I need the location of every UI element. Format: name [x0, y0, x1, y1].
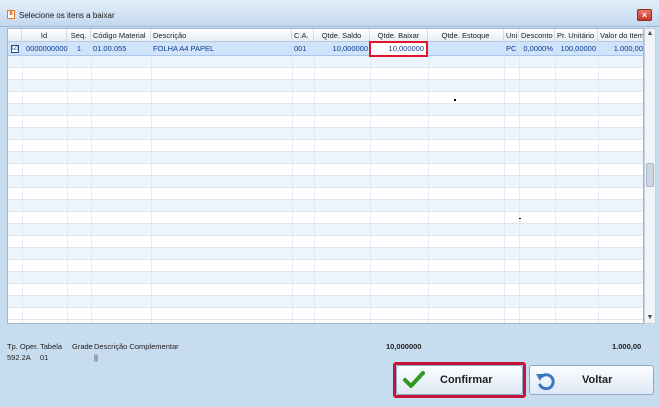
header-qtde-saldo[interactable]: Qtde. Saldo: [314, 29, 370, 42]
stray-pixel: [519, 218, 521, 219]
column-divider: [151, 42, 152, 323]
empty-row: [8, 140, 643, 152]
window-title: Selecione os itens a baixar: [19, 11, 115, 20]
header-qtde-estoque[interactable]: Qtde. Estoque: [428, 29, 504, 42]
cell-codigo: 01.00.055: [93, 44, 127, 53]
empty-row: [8, 248, 643, 260]
empty-row: [8, 164, 643, 176]
value-tabela: 01: [40, 353, 49, 362]
empty-row: [8, 80, 643, 92]
empty-row: [8, 308, 643, 320]
header-checkbox-col[interactable]: [8, 29, 22, 42]
column-divider: [314, 42, 315, 323]
empty-row: [8, 272, 643, 284]
column-divider: [504, 42, 505, 323]
header-id[interactable]: Id: [22, 29, 67, 42]
cell-descricao: FOLHA A4 PAPEL: [153, 44, 215, 53]
empty-row: [8, 200, 643, 212]
value-tp-oper: 592.2A: [7, 353, 31, 362]
label-tp-oper: Tp. Oper.: [7, 342, 39, 351]
label-grade: Grade: [72, 342, 93, 351]
column-divider: [428, 42, 429, 323]
header-valor-item[interactable]: Valor do Item: [598, 29, 643, 42]
column-divider: [22, 42, 23, 323]
empty-row: [8, 224, 643, 236]
cell-estoque: [428, 42, 504, 56]
check-icon: [403, 371, 425, 388]
empty-row: [8, 116, 643, 128]
column-divider: [370, 42, 371, 323]
header-pr-unitario[interactable]: Pr. Unitário: [555, 29, 598, 42]
cell-uni: PC: [506, 44, 517, 53]
back-button[interactable]: Voltar: [529, 365, 654, 395]
column-divider: [91, 42, 92, 323]
column-divider: [292, 42, 293, 323]
cell-unitario: 100,00000: [560, 44, 596, 53]
value-grade: ||: [94, 353, 98, 362]
app-icon: 8: [7, 10, 15, 19]
header-desconto[interactable]: Desconto: [519, 29, 555, 42]
empty-row: [8, 284, 643, 296]
undo-arrow-icon: [536, 373, 555, 390]
empty-row: [8, 56, 643, 68]
items-grid: Id Seq. Código Material Descrição C.A. Q…: [7, 28, 644, 324]
column-divider: [519, 42, 520, 323]
empty-row: [8, 188, 643, 200]
label-tabela: Tabela: [40, 342, 63, 351]
empty-row: [8, 68, 643, 80]
column-divider: [598, 42, 599, 323]
header-uni[interactable]: Uni.: [504, 29, 519, 42]
header-seq[interactable]: Seq.: [67, 29, 91, 42]
empty-row: [8, 212, 643, 224]
scroll-down-icon[interactable]: ▼: [645, 313, 655, 323]
header-codigo-material[interactable]: Código Material: [91, 29, 151, 42]
grid-header: Id Seq. Código Material Descrição C.A. Q…: [8, 29, 643, 42]
empty-row: [8, 152, 643, 164]
empty-row: [8, 128, 643, 140]
cell-desconto: 0,0000%: [523, 44, 553, 53]
confirm-label: Confirmar: [440, 374, 493, 386]
empty-row: [8, 236, 643, 248]
confirm-button[interactable]: Confirmar: [396, 365, 523, 395]
empty-row: [8, 260, 643, 272]
stray-pixel: [454, 99, 456, 101]
empty-row: [8, 176, 643, 188]
scroll-thumb[interactable]: [646, 163, 654, 187]
empty-row: [8, 92, 643, 104]
header-ca[interactable]: C.A.: [292, 29, 314, 42]
row-checkbox[interactable]: ☑: [11, 45, 19, 53]
empty-row: [8, 296, 643, 308]
total-value: 1.000,00: [612, 342, 642, 351]
table-row[interactable]: ☑ 0000000000 1 01.00.055 FOLHA A4 PAPEL …: [8, 42, 643, 56]
scroll-up-icon[interactable]: ▲: [645, 29, 655, 39]
close-button[interactable]: ×: [637, 9, 652, 21]
back-label: Voltar: [582, 374, 613, 386]
column-divider: [555, 42, 556, 323]
column-divider: [67, 42, 68, 323]
cell-valor: 1.000,00: [613, 44, 643, 53]
grid-body: [8, 42, 643, 323]
cell-seq: 1: [76, 44, 82, 53]
cell-ca: 001: [294, 44, 307, 53]
label-descricao-complementar: Descrição Complementar: [94, 342, 179, 351]
cell-baixar: 10,000000: [388, 44, 424, 53]
header-descricao[interactable]: Descrição: [151, 29, 292, 42]
qtde-baixar-input[interactable]: 10,000000: [369, 41, 428, 57]
total-quantity: 10,000000: [386, 342, 422, 351]
vertical-scrollbar[interactable]: ▲ ▼: [644, 28, 656, 324]
cell-saldo: 10,000000: [332, 44, 368, 53]
cell-id: 0000000000: [26, 44, 68, 53]
title-bar: 8 Selecione os itens a baixar ×: [0, 0, 659, 27]
empty-row: [8, 104, 643, 116]
